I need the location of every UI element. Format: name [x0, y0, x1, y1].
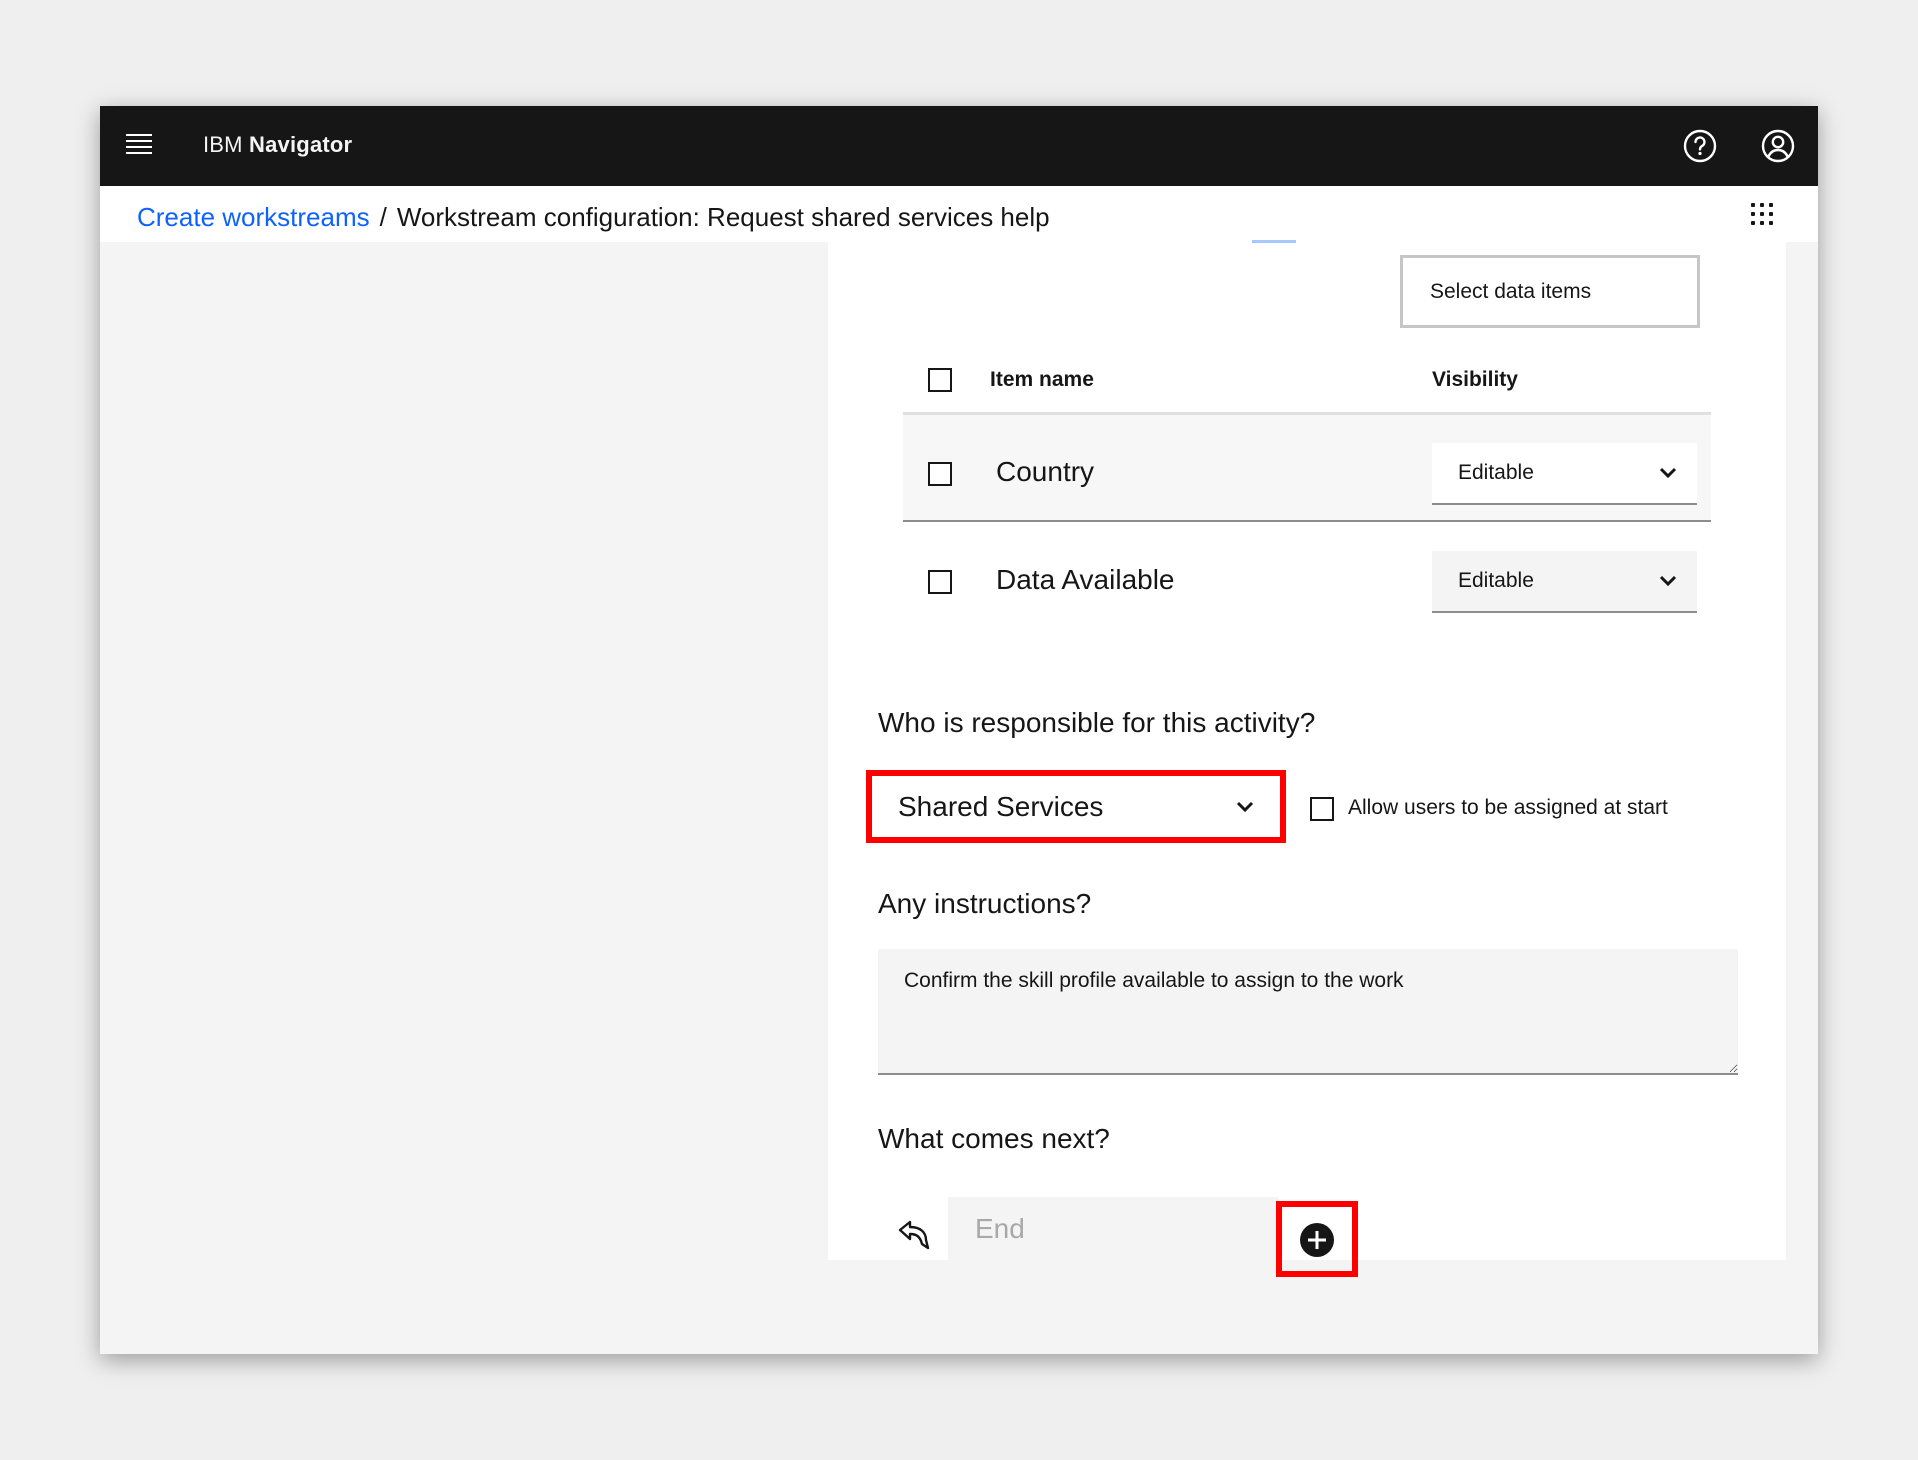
- responsible-party-dropdown[interactable]: Shared Services: [872, 776, 1280, 837]
- select-data-items-button[interactable]: Select data items: [1400, 255, 1700, 328]
- breadcrumb-link-create-workstreams[interactable]: Create workstreams: [137, 202, 370, 232]
- help-icon[interactable]: [1682, 128, 1718, 164]
- breadcrumb-bar: Create workstreams / Workstream configurat…: [100, 186, 1818, 242]
- instructions-question: Any instructions?: [878, 888, 1092, 919]
- visibility-dropdown-data-available[interactable]: Editable: [1432, 551, 1697, 613]
- next-step-question: What comes next?: [878, 1123, 1110, 1154]
- user-icon[interactable]: [1760, 128, 1796, 164]
- row-checkbox-country[interactable]: [928, 462, 952, 486]
- responsibility-question: Who is responsible for this activity?: [878, 707, 1316, 738]
- visibility-dropdown-country[interactable]: Editable: [1432, 443, 1697, 505]
- visibility-value-country: Editable: [1458, 461, 1534, 484]
- add-circle-icon[interactable]: [1299, 1222, 1335, 1258]
- breadcrumb-separator: /: [379, 202, 387, 232]
- column-header-visibility: Visibility: [1432, 368, 1518, 391]
- select-data-items-label: Select data items: [1430, 279, 1592, 303]
- brand-prefix: IBM: [203, 132, 243, 157]
- app-title[interactable]: IBM Navigator: [203, 132, 352, 158]
- chevron-down-icon: [1659, 467, 1677, 479]
- allow-assign-label: Allow users to be assigned at start: [1348, 796, 1668, 819]
- column-header-item-name: Item name: [990, 368, 1094, 391]
- next-step-value: End: [975, 1212, 1025, 1244]
- breadcrumb-current: Workstream configuration: Request shared…: [396, 202, 1050, 232]
- top-header: IBM Navigator: [100, 106, 1818, 186]
- flow-arrow-icon: [898, 1220, 930, 1250]
- instructions-textarea[interactable]: Confirm the skill profile available to a…: [878, 949, 1738, 1075]
- select-all-checkbox[interactable]: [928, 368, 952, 392]
- app-switcher-icon[interactable]: [1750, 202, 1776, 228]
- chevron-down-icon: [1659, 575, 1677, 587]
- responsible-party-value: Shared Services: [898, 790, 1104, 822]
- row-name-data-available: Data Available: [996, 564, 1175, 595]
- breadcrumb: Create workstreams / Workstream configurat…: [137, 202, 1050, 233]
- chevron-down-icon: [1236, 801, 1254, 812]
- app-window: IBM Navigator Create workstreams / Workstr…: [100, 106, 1818, 1354]
- visibility-value-data-available: Editable: [1458, 569, 1534, 592]
- next-step-field[interactable]: End: [948, 1197, 1278, 1260]
- left-pane: [100, 242, 828, 1354]
- hamburger-icon[interactable]: [126, 134, 152, 156]
- activity-config-panel: [828, 242, 1786, 1260]
- scroll-indicator: [1252, 240, 1296, 243]
- row-name-country: Country: [996, 456, 1095, 487]
- row-checkbox-data-available[interactable]: [928, 570, 952, 594]
- brand-name: Navigator: [249, 132, 353, 157]
- allow-assign-checkbox[interactable]: [1310, 797, 1334, 821]
